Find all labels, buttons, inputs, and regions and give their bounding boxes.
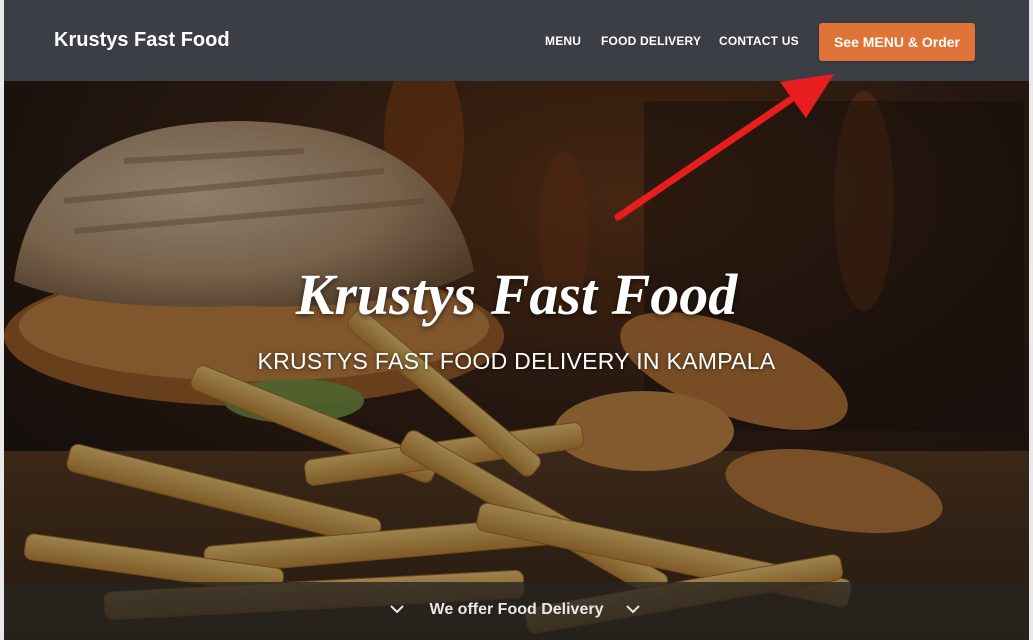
hero-subtitle: KRUSTYS FAST FOOD DELIVERY IN KAMPALA [257, 348, 776, 374]
nav-link-menu[interactable]: MENU [545, 34, 581, 48]
hero-section: Krustys Fast Food KRUSTYS FAST FOOD DELI… [4, 81, 1029, 640]
hero-title: Krustys Fast Food [295, 262, 738, 327]
brand-logo-text[interactable]: Krustys Fast Food [54, 29, 230, 52]
nav-link-food-delivery[interactable]: FOOD DELIVERY [601, 34, 701, 48]
food-delivery-banner[interactable]: We offer Food Delivery [4, 582, 1029, 640]
chevron-down-icon [626, 605, 640, 614]
nav-link-contact-us[interactable]: CONTACT US [719, 34, 799, 48]
window-frame-right [1029, 0, 1033, 640]
navbar: Krustys Fast Food MENU FOOD DELIVERY CON… [4, 0, 1029, 81]
food-delivery-text: We offer Food Delivery [429, 601, 604, 618]
see-menu-order-button[interactable]: See MENU & Order [819, 23, 975, 61]
